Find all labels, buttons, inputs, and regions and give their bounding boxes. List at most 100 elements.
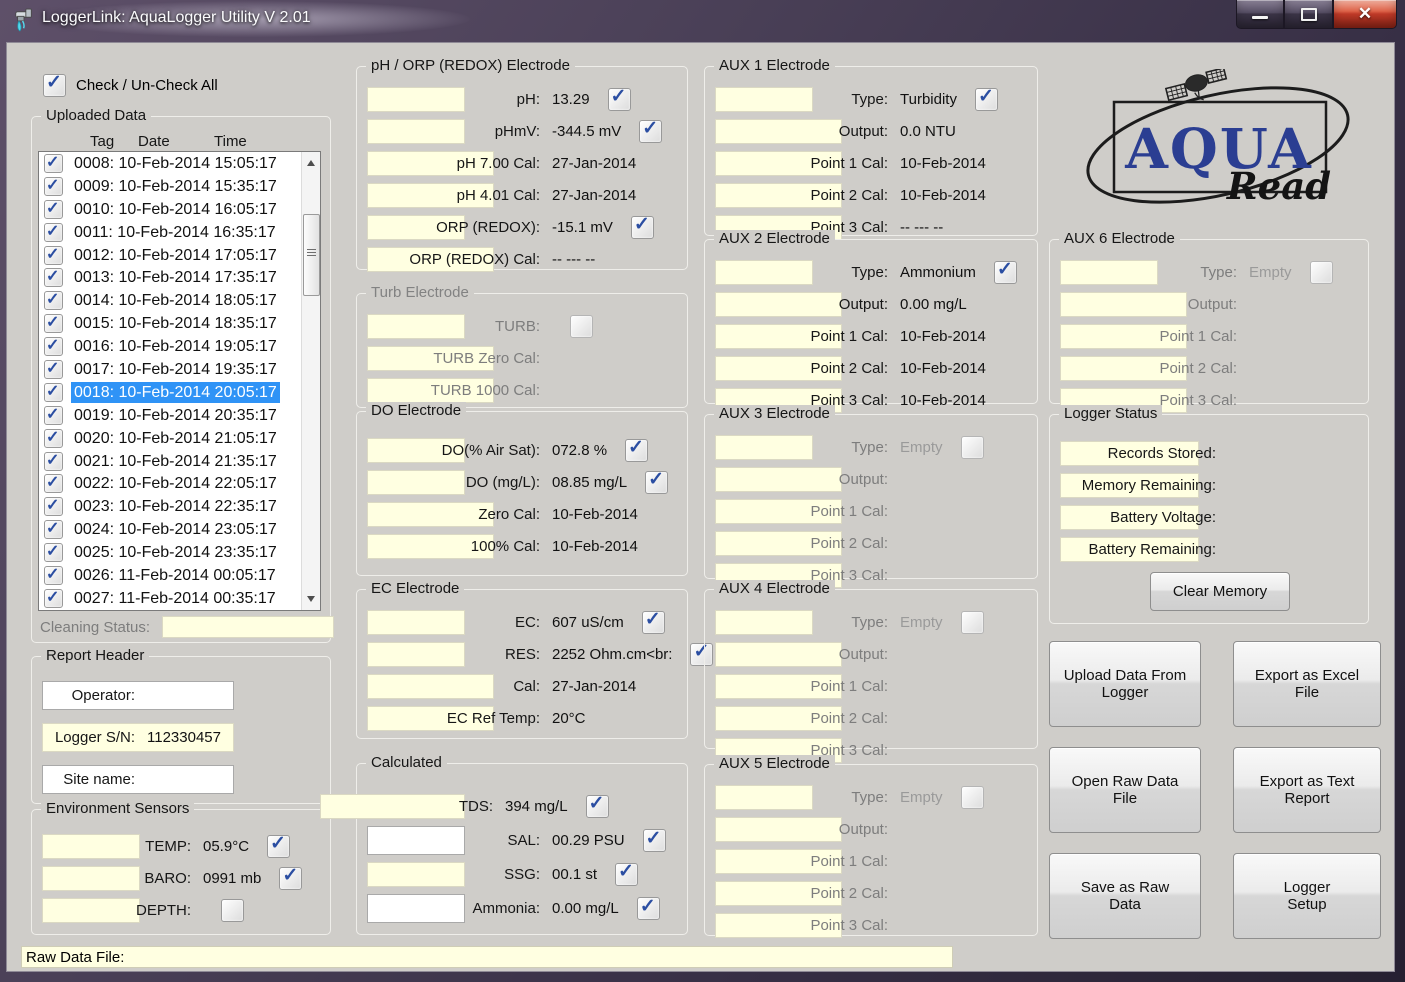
field-value[interactable]: 2252 Ohm.cm<br: — [547, 644, 677, 666]
field-value[interactable]: 10-Feb-2014 — [895, 358, 991, 380]
list-item[interactable]: 0013: 10-Feb-2014 17:35:17 — [39, 266, 302, 289]
cleaning-status-field[interactable] — [162, 616, 334, 638]
field-checkbox[interactable] — [961, 611, 984, 634]
field-value[interactable]: 607 uS/cm — [547, 612, 629, 634]
list-item[interactable]: 0009: 10-Feb-2014 15:35:17 — [39, 175, 302, 198]
field-value[interactable]: 0.00 mg/L — [895, 294, 972, 316]
list-item-checkbox[interactable] — [44, 360, 63, 379]
list-item[interactable]: 0011: 10-Feb-2014 16:35:17 — [39, 221, 302, 244]
field-value[interactable]: 0.0 NTU — [895, 121, 961, 143]
field-value[interactable]: Turbidity — [895, 89, 962, 111]
field-value[interactable] — [895, 740, 905, 762]
field-checkbox[interactable] — [267, 835, 290, 858]
field-value[interactable]: -344.5 mV — [547, 121, 626, 143]
open-raw-data-file-button[interactable]: Open Raw Data File — [1049, 747, 1201, 833]
export-as-excel-file-button[interactable]: Export as Excel File — [1233, 641, 1381, 727]
field-value[interactable]: Empty — [895, 612, 948, 634]
field-checkbox[interactable] — [279, 867, 302, 890]
uploaded-data-list[interactable]: 0008: 10-Feb-2014 15:05:17 0009: 10-Feb-… — [38, 151, 321, 611]
field-checkbox[interactable] — [643, 829, 666, 852]
list-item[interactable]: 0010: 10-Feb-2014 16:05:17 — [39, 198, 302, 221]
list-item[interactable]: 0008: 10-Feb-2014 15:05:17 — [39, 152, 302, 175]
field-value[interactable]: 05.9°C — [198, 836, 254, 858]
field-value[interactable]: -15.1 mV — [547, 217, 618, 239]
field-value[interactable] — [1244, 390, 1254, 412]
list-item-checkbox[interactable] — [44, 337, 63, 356]
field-value[interactable]: 10-Feb-2014 — [547, 504, 643, 526]
field-value[interactable] — [895, 819, 905, 841]
field-value[interactable]: 072.8 % — [547, 440, 612, 462]
clear-memory-button[interactable]: Clear Memory — [1150, 572, 1290, 611]
list-item[interactable]: 0019: 10-Feb-2014 20:35:17 — [39, 404, 302, 427]
field-value[interactable]: 10-Feb-2014 — [895, 390, 991, 412]
list-item[interactable]: 0017: 10-Feb-2014 19:35:17 — [39, 358, 302, 381]
list-item-checkbox[interactable] — [44, 246, 63, 265]
list-item-checkbox[interactable] — [44, 452, 63, 471]
field-value[interactable] — [1223, 539, 1233, 561]
list-item-checkbox[interactable] — [44, 566, 63, 585]
list-item[interactable]: 0016: 10-Feb-2014 19:05:17 — [39, 335, 302, 358]
field-value[interactable] — [895, 915, 905, 937]
field-value[interactable] — [1244, 358, 1254, 380]
field-value[interactable] — [895, 708, 905, 730]
list-item-checkbox[interactable] — [44, 543, 63, 562]
field-value[interactable] — [895, 851, 905, 873]
field-value[interactable] — [895, 565, 905, 587]
list-item-checkbox[interactable] — [44, 200, 63, 219]
field-checkbox[interactable] — [642, 611, 665, 634]
list-item[interactable]: 0026: 11-Feb-2014 00:05:17 — [39, 564, 302, 587]
scroll-up-arrow[interactable] — [302, 152, 320, 169]
field-checkbox[interactable] — [994, 261, 1017, 284]
field-value[interactable] — [142, 769, 152, 791]
field-value[interactable]: 08.85 mg/L — [547, 472, 632, 494]
field-value[interactable] — [1223, 507, 1233, 529]
field-value[interactable] — [547, 316, 557, 338]
field-value[interactable]: 27-Jan-2014 — [547, 153, 641, 175]
field-value[interactable]: Empty — [895, 437, 948, 459]
field-checkbox[interactable] — [625, 439, 648, 462]
field-value[interactable] — [895, 644, 905, 666]
field-value[interactable]: Ammonium — [895, 262, 981, 284]
field-value[interactable]: 00.1 st — [547, 864, 602, 886]
list-scrollbar[interactable] — [301, 152, 320, 610]
field-value[interactable]: 0.00 mg/L — [547, 898, 624, 920]
scroll-down-arrow[interactable] — [302, 593, 320, 610]
field-checkbox[interactable] — [615, 863, 638, 886]
list-item-checkbox[interactable] — [44, 223, 63, 242]
list-item-checkbox[interactable] — [44, 589, 63, 608]
field-value[interactable] — [1244, 294, 1254, 316]
field-value[interactable]: 112330457 — [142, 727, 226, 749]
list-item-checkbox[interactable] — [44, 314, 63, 333]
save-as-raw-data-button[interactable]: Save as Raw Data — [1049, 853, 1201, 939]
scrollbar-thumb[interactable] — [303, 214, 320, 296]
field-checkbox[interactable] — [570, 315, 593, 338]
field-value[interactable] — [895, 533, 905, 555]
field-value[interactable]: 10-Feb-2014 — [895, 153, 991, 175]
field-value[interactable] — [142, 685, 152, 707]
field-value[interactable]: Empty — [1244, 262, 1297, 284]
list-item-checkbox[interactable] — [44, 268, 63, 287]
list-item[interactable]: 0027: 11-Feb-2014 00:35:17 — [39, 587, 302, 610]
field-value[interactable]: 0991 mb — [198, 868, 266, 890]
field-value[interactable]: 00.29 PSU — [547, 830, 630, 852]
field-value[interactable]: 394 mg/L — [500, 796, 573, 818]
list-item[interactable]: 0023: 10-Feb-2014 22:35:17 — [39, 495, 302, 518]
field-value[interactable]: -- --- -- — [547, 249, 600, 271]
list-item[interactable]: 0015: 10-Feb-2014 18:35:17 — [39, 312, 302, 335]
field-checkbox[interactable] — [221, 899, 244, 922]
field-value[interactable] — [1223, 443, 1233, 465]
list-item[interactable]: 0020: 10-Feb-2014 21:05:17 — [39, 427, 302, 450]
field-value[interactable] — [895, 676, 905, 698]
list-item-checkbox[interactable] — [44, 474, 63, 493]
field-value[interactable]: 10-Feb-2014 — [895, 326, 991, 348]
field-value[interactable]: 10-Feb-2014 — [895, 185, 991, 207]
field-checkbox[interactable] — [608, 88, 631, 111]
upload-data-from-logger-button[interactable]: Upload Data From Logger — [1049, 641, 1201, 727]
list-item-checkbox[interactable] — [44, 520, 63, 539]
field-value[interactable]: Empty — [895, 787, 948, 809]
list-item-checkbox[interactable] — [44, 154, 63, 173]
field-value[interactable]: 27-Jan-2014 — [547, 676, 641, 698]
field-value[interactable] — [1244, 326, 1254, 348]
list-item-checkbox[interactable] — [44, 497, 63, 516]
list-item-checkbox[interactable] — [44, 429, 63, 448]
